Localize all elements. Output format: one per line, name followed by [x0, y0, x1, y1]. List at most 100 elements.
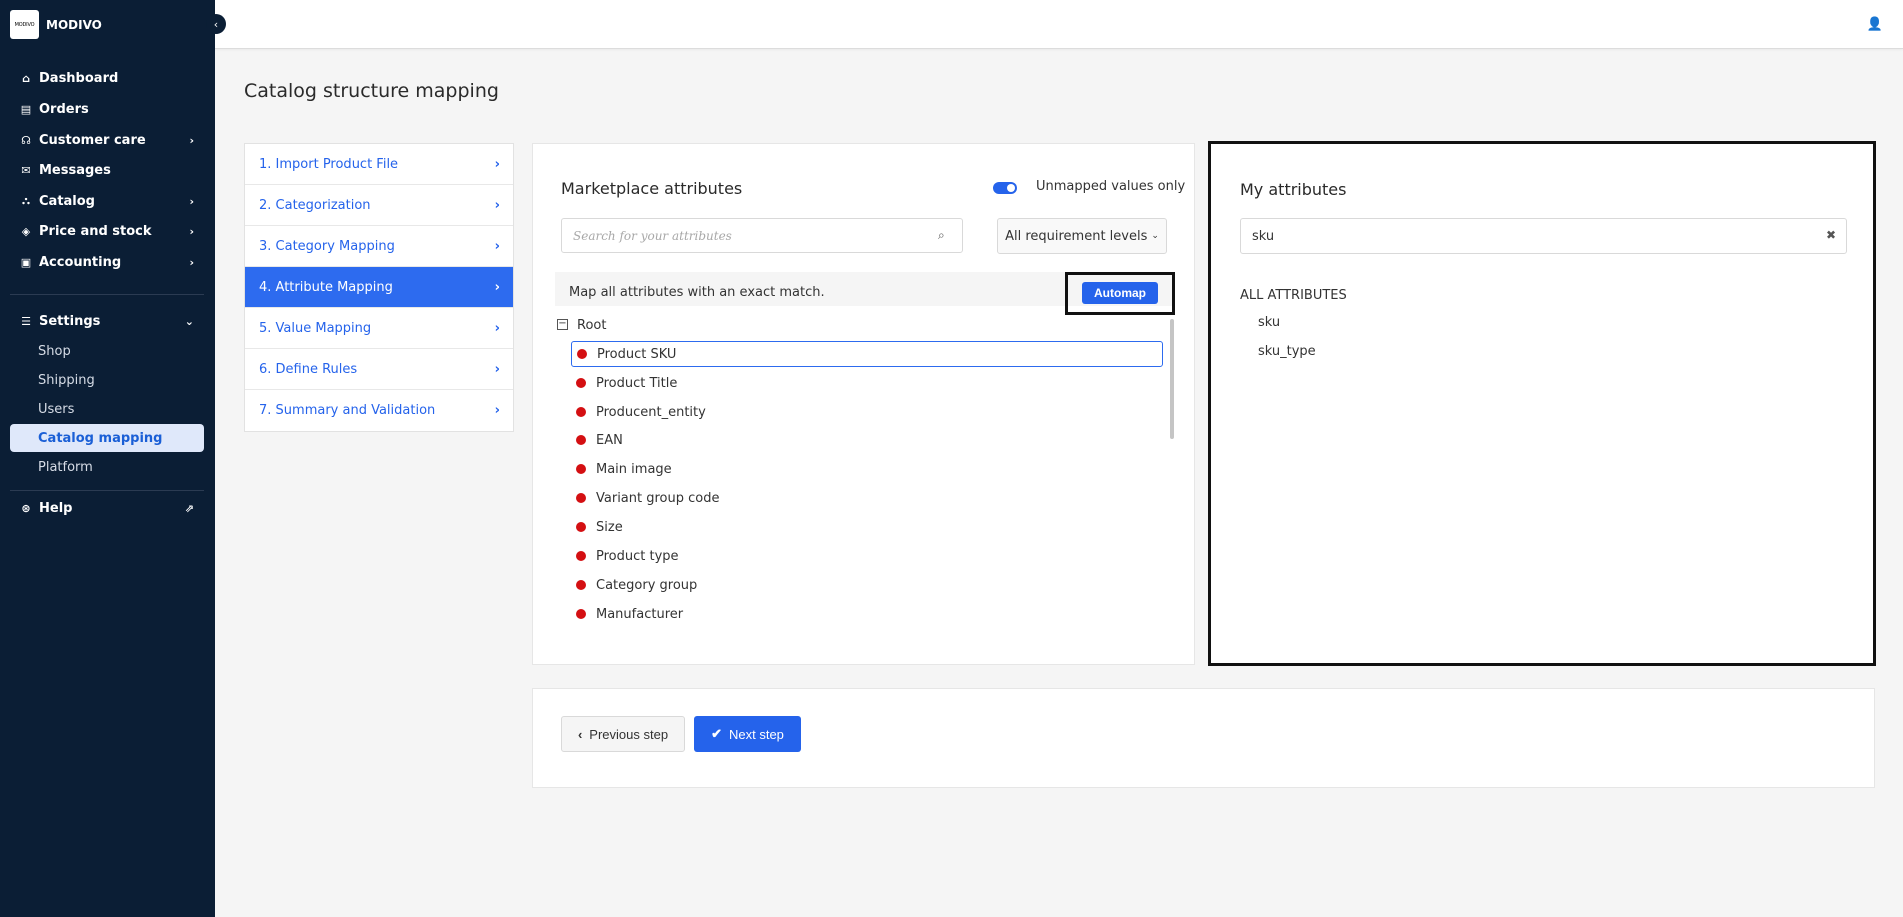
- button-label: Next step: [728, 726, 784, 742]
- wizard-steps: 1. Import Product File › 2. Categorizatio…: [244, 143, 514, 432]
- attribute-search-input[interactable]: [561, 218, 963, 253]
- attribute-item[interactable]: Category group: [571, 572, 1163, 598]
- attribute-item[interactable]: Product Title: [571, 370, 1163, 396]
- chevron-right-icon: ›: [189, 194, 194, 208]
- attribute-label: Producent_entity: [596, 404, 706, 420]
- my-attribute-item[interactable]: sku: [1258, 315, 1280, 330]
- chevron-down-icon: ⌄: [1151, 231, 1159, 241]
- step-value-mapping[interactable]: 5. Value Mapping ›: [245, 308, 513, 349]
- step-label: 2. Categorization: [259, 197, 371, 213]
- attribute-item[interactable]: Product SKU: [571, 341, 1163, 367]
- collapse-sidebar-button[interactable]: ‹: [206, 14, 226, 34]
- attribute-label: Main image: [596, 461, 672, 477]
- attribute-label: EAN: [596, 432, 623, 448]
- chevron-right-icon: ›: [494, 320, 500, 336]
- clipboard-icon: ▤: [20, 102, 32, 116]
- attribute-item[interactable]: Variant group code: [571, 485, 1163, 511]
- attribute-label: Size: [596, 519, 623, 535]
- search-icon[interactable]: ⌕: [938, 228, 945, 243]
- my-attributes-panel: My attributes ✖ ALL ATTRIBUTES sku sku_t…: [1208, 141, 1876, 666]
- nav-customer-care[interactable]: ☊ Customer care ›: [10, 127, 204, 153]
- step-label: 3. Category Mapping: [259, 238, 395, 254]
- my-attribute-item[interactable]: sku_type: [1258, 344, 1316, 359]
- my-attributes-search-input[interactable]: [1240, 218, 1847, 254]
- panel-title: My attributes: [1240, 180, 1347, 199]
- nav-label: Messages: [39, 162, 111, 178]
- status-dot: [576, 493, 586, 503]
- attribute-label: Product SKU: [597, 346, 677, 362]
- status-dot: [576, 551, 586, 561]
- step-import-product-file[interactable]: 1. Import Product File ›: [245, 144, 513, 185]
- attribute-label: Product Title: [596, 375, 678, 391]
- sidebar-item-users[interactable]: Users: [10, 395, 204, 423]
- automap-description: Map all attributes with an exact match.: [569, 285, 825, 300]
- attribute-item[interactable]: Product type: [571, 543, 1163, 569]
- requirement-level-dropdown[interactable]: All requirement levels ⌄: [997, 218, 1167, 254]
- attribute-item[interactable]: Producent_entity: [571, 399, 1163, 425]
- sidebar-item-catalog-mapping[interactable]: Catalog mapping: [10, 424, 204, 452]
- nav-settings[interactable]: ☰ Settings ⌄: [10, 308, 204, 334]
- attribute-item[interactable]: Size: [571, 514, 1163, 540]
- chevron-right-icon: ›: [189, 224, 194, 238]
- external-link-icon: ⇗: [184, 501, 194, 515]
- attribute-item[interactable]: Main image: [571, 456, 1163, 482]
- nav-label: Help: [39, 500, 73, 516]
- sidebar-item-shop[interactable]: Shop: [10, 337, 204, 365]
- status-dot: [576, 378, 586, 388]
- automap-button[interactable]: Automap: [1082, 282, 1158, 304]
- attribute-item[interactable]: Manufacturer: [571, 601, 1163, 627]
- brand[interactable]: MODIVO MODIVO: [10, 10, 102, 39]
- step-label: 7. Summary and Validation: [259, 403, 436, 418]
- nav-catalog[interactable]: ⛬ Catalog ›: [10, 188, 204, 214]
- step-label: 6. Define Rules: [259, 361, 358, 377]
- button-label: Previous step: [589, 726, 669, 742]
- nav-label: Dashboard: [39, 70, 119, 86]
- next-step-button[interactable]: ✔ Next step: [694, 716, 801, 752]
- unmapped-only-toggle[interactable]: [993, 182, 1017, 194]
- step-attribute-mapping[interactable]: 4. Attribute Mapping ›: [245, 267, 513, 308]
- divider: [10, 490, 204, 491]
- dropdown-value: All requirement levels: [1005, 228, 1148, 244]
- all-attributes-heading: ALL ATTRIBUTES: [1240, 288, 1347, 303]
- status-dot: [576, 464, 586, 474]
- topbar: 👤: [215, 0, 1903, 49]
- clear-search-icon[interactable]: ✖: [1826, 228, 1836, 242]
- chevron-right-icon: ›: [494, 197, 500, 213]
- message-icon: ✉: [21, 163, 31, 177]
- status-dot: [576, 580, 586, 590]
- collapse-tree-icon[interactable]: −: [557, 319, 568, 330]
- nav-orders[interactable]: ▤ Orders: [10, 96, 204, 122]
- step-category-mapping[interactable]: 3. Category Mapping ›: [245, 226, 513, 267]
- nav-dashboard[interactable]: ⌂ Dashboard: [10, 65, 204, 91]
- sidebar-item-platform[interactable]: Platform: [10, 453, 204, 481]
- tag-icon: ◈: [21, 224, 31, 238]
- status-dot: [576, 522, 586, 532]
- nav-messages[interactable]: ✉ Messages: [10, 157, 204, 183]
- step-define-rules[interactable]: 6. Define Rules ›: [245, 349, 513, 390]
- chevron-right-icon: ›: [494, 361, 500, 377]
- nav-label: Settings: [39, 313, 101, 329]
- headset-icon: ☊: [21, 133, 31, 147]
- chevron-right-icon: ›: [494, 279, 500, 295]
- shapes-icon: ⛬: [22, 194, 30, 207]
- tree-root-label[interactable]: Root: [577, 318, 606, 333]
- user-icon[interactable]: 👤: [1867, 17, 1883, 32]
- step-summary-and-validation[interactable]: 7. Summary and Validation ›: [245, 390, 513, 431]
- tree-scrollbar[interactable]: [1170, 319, 1174, 439]
- status-dot: [576, 435, 586, 445]
- chevron-right-icon: ›: [494, 238, 500, 254]
- lifebuoy-icon: ⊛: [21, 501, 31, 515]
- attribute-item[interactable]: EAN: [571, 427, 1163, 453]
- chevron-down-icon: ⌄: [184, 314, 194, 328]
- status-dot: [577, 349, 587, 359]
- sidebar: MODIVO MODIVO ⌂ Dashboard ▤ Orders ☊ Cus…: [0, 0, 215, 917]
- nav-help[interactable]: ⊛ Help ⇗: [10, 495, 204, 521]
- nav-price-and-stock[interactable]: ◈ Price and stock ›: [10, 218, 204, 244]
- brand-name: MODIVO: [46, 17, 102, 32]
- step-categorization[interactable]: 2. Categorization ›: [245, 185, 513, 226]
- previous-step-button[interactable]: ‹ Previous step: [561, 716, 685, 752]
- nav-accounting[interactable]: ▣ Accounting ›: [10, 249, 204, 275]
- attribute-label: Product type: [596, 548, 679, 564]
- chevron-right-icon: ›: [189, 255, 194, 269]
- sidebar-item-shipping[interactable]: Shipping: [10, 366, 204, 394]
